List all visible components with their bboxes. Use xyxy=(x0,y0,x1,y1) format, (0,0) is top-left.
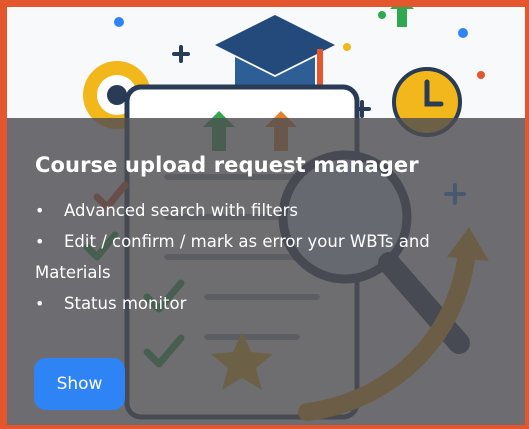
list-item: • Edit / confirm / mark as error your WB… xyxy=(35,226,507,288)
feature-list: • Advanced search with filters • Edit / … xyxy=(35,195,507,319)
feature-text: Edit / confirm / mark as error your WBTs… xyxy=(35,232,430,282)
card-title: Course upload request manager xyxy=(35,153,419,177)
list-item: • Status monitor xyxy=(35,288,507,319)
bullet: • xyxy=(35,201,45,220)
bullet: • xyxy=(35,294,45,313)
feature-text: Advanced search with filters xyxy=(64,201,299,220)
card-overlay: Course upload request manager • Advanced… xyxy=(7,118,525,425)
show-button[interactable]: Show xyxy=(34,358,125,410)
feature-text: Status monitor xyxy=(64,294,187,313)
bullet: • xyxy=(35,232,45,251)
list-item: • Advanced search with filters xyxy=(35,195,507,226)
course-upload-card: Course upload request manager • Advanced… xyxy=(7,7,525,425)
